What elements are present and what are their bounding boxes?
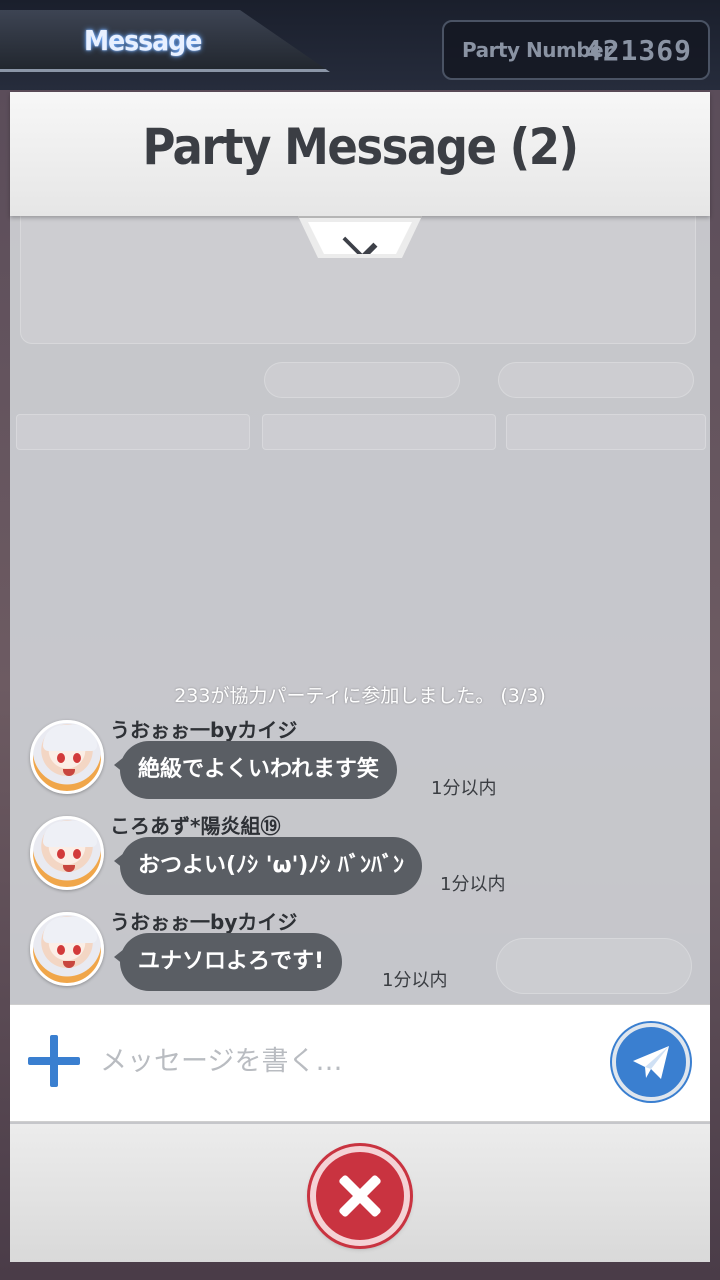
avatar-eye [57, 753, 65, 763]
avatar-eye [73, 753, 81, 763]
party-number-value: 421369 [584, 34, 692, 67]
avatar-mouth [63, 769, 75, 776]
party-message-panel: Party Message (2) 233が協力パーティに参加しました。 (3/… [10, 92, 710, 1262]
send-button[interactable] [612, 1023, 690, 1101]
sender-name: ころあず*陽炎組⑲ [110, 814, 281, 838]
avatar-eye [73, 945, 81, 955]
ghost-pill-right [498, 362, 694, 398]
collapse-button[interactable] [298, 216, 422, 258]
sender-name: うおぉぉ一byカイジ [110, 910, 298, 934]
ghost-slot-2 [262, 414, 496, 450]
avatar-eye [57, 945, 65, 955]
collapse-button-face [308, 222, 412, 254]
avatar-hair [43, 917, 97, 943]
sender-name: うおぉぉ一byカイジ [110, 718, 298, 742]
message-tab-label: Message [84, 24, 202, 57]
avatar-mouth [63, 865, 75, 872]
ghost-pill-left [264, 362, 460, 398]
message-time: 1分以内 [431, 778, 497, 799]
message-bubble: おつよい(ﾉｼ 'ω')ﾉｼ ﾊﾞﾝﾊﾞﾝ [113, 837, 423, 895]
message-input[interactable] [100, 1031, 600, 1091]
paper-plane-icon [633, 1046, 669, 1079]
plus-icon[interactable] [28, 1035, 80, 1087]
avatar-eye [57, 849, 65, 859]
chat-message: うおぉぉ一byカイジ 絶級でよくいわれます笑 1分以内 [10, 714, 710, 810]
party-number-box: Party Number 421369 [442, 20, 710, 80]
avatar-mouth [63, 961, 75, 968]
ghost-slot-3 [506, 414, 706, 450]
message-input-bar [10, 1004, 710, 1122]
panel-header: Party Message (2) [10, 92, 710, 216]
avatar[interactable] [30, 912, 104, 986]
chat-message: うおぉぉ一byカイジ ユナソロよろです! 1分以内 [10, 906, 710, 1002]
chat-message: ころあず*陽炎組⑲ おつよい(ﾉｼ 'ω')ﾉｼ ﾊﾞﾝﾊﾞﾝ 1分以内 [10, 810, 710, 906]
avatar-hair [43, 725, 97, 751]
panel-title: Party Message (2) [142, 118, 579, 176]
ghost-slot-1 [16, 414, 250, 450]
avatar-eye [73, 849, 81, 859]
avatar-hair [43, 821, 97, 847]
avatar[interactable] [30, 720, 104, 794]
system-message: 233が協力パーティに参加しました。 (3/3) [174, 685, 546, 707]
top-bar: Message Party Number 421369 [0, 0, 720, 90]
message-bubble: 絶級でよくいわれます笑 [114, 741, 397, 799]
chevron-down-icon [342, 225, 378, 254]
close-button[interactable] [310, 1146, 410, 1246]
message-bubble: ユナソロよろです! [113, 933, 343, 991]
message-time: 1分以内 [440, 874, 506, 895]
avatar[interactable] [30, 816, 104, 890]
message-time: 1分以内 [382, 970, 448, 991]
bottom-area [10, 1124, 710, 1262]
